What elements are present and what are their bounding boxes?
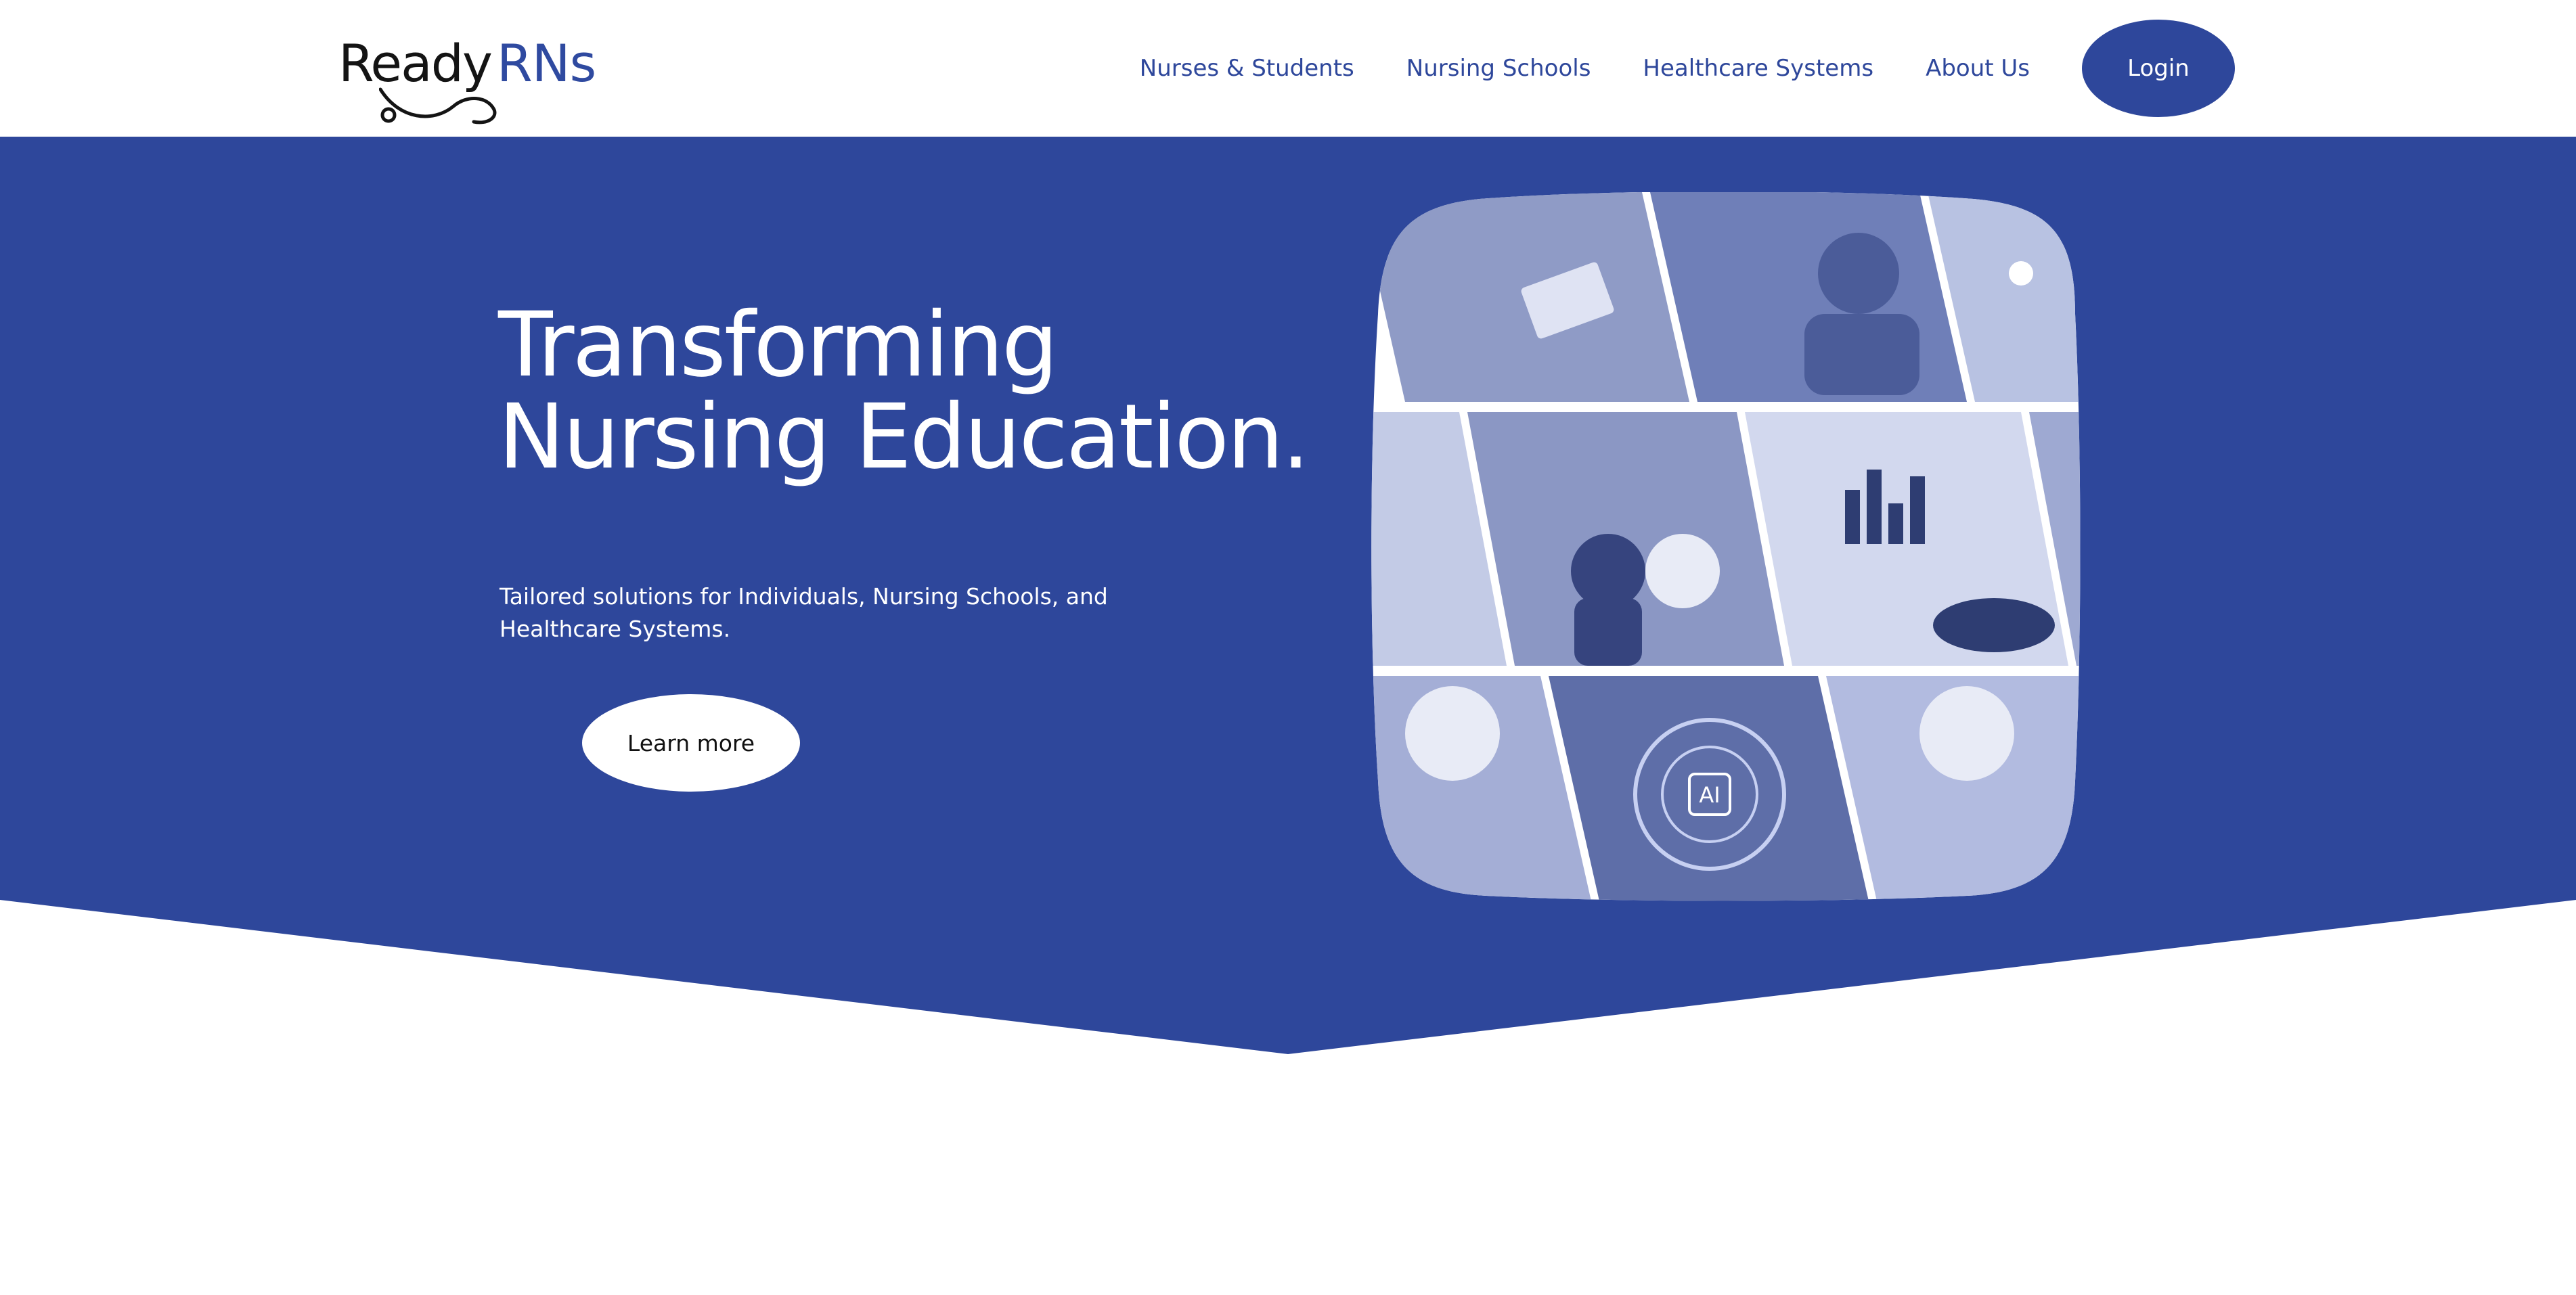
- site-header: Ready RNs Nurses & Students Nursing Scho…: [0, 0, 2576, 137]
- nav-healthcare-systems[interactable]: Healthcare Systems: [1643, 55, 1873, 82]
- hero-background: [0, 137, 2576, 1054]
- hero-subtitle: Tailored solutions for Individuals, Nurs…: [499, 581, 1163, 645]
- logo[interactable]: Ready RNs: [338, 30, 596, 124]
- hero-subtitle-line1: Tailored solutions for Individuals, Nurs…: [499, 583, 1108, 610]
- hero-headline: Transforming Nursing Education.: [498, 299, 1378, 483]
- nav-nurses-students[interactable]: Nurses & Students: [1140, 55, 1354, 82]
- hero-headline-line1: Transforming: [498, 293, 1059, 397]
- login-button[interactable]: Login: [2082, 20, 2235, 117]
- stethoscope-swoosh-icon: [379, 87, 497, 124]
- hero-section: Transforming Nursing Education. Tailored…: [0, 137, 2576, 1054]
- photo-collage: AI: [1371, 192, 2081, 901]
- main-nav: Nurses & Students Nursing Schools Health…: [1140, 0, 2235, 137]
- hero-headline-line2: Nursing Education.: [498, 385, 1310, 489]
- logo-rns-text: RNs: [496, 33, 596, 93]
- nav-nursing-schools[interactable]: Nursing Schools: [1406, 55, 1591, 82]
- nav-about-us[interactable]: About Us: [1926, 55, 2030, 82]
- hero-subtitle-line2: Healthcare Systems.: [499, 616, 731, 642]
- page: Ready RNs Nurses & Students Nursing Scho…: [0, 0, 2576, 1295]
- learn-more-button[interactable]: Learn more: [582, 694, 800, 792]
- collage-ai-badge: AI: [1699, 782, 1720, 808]
